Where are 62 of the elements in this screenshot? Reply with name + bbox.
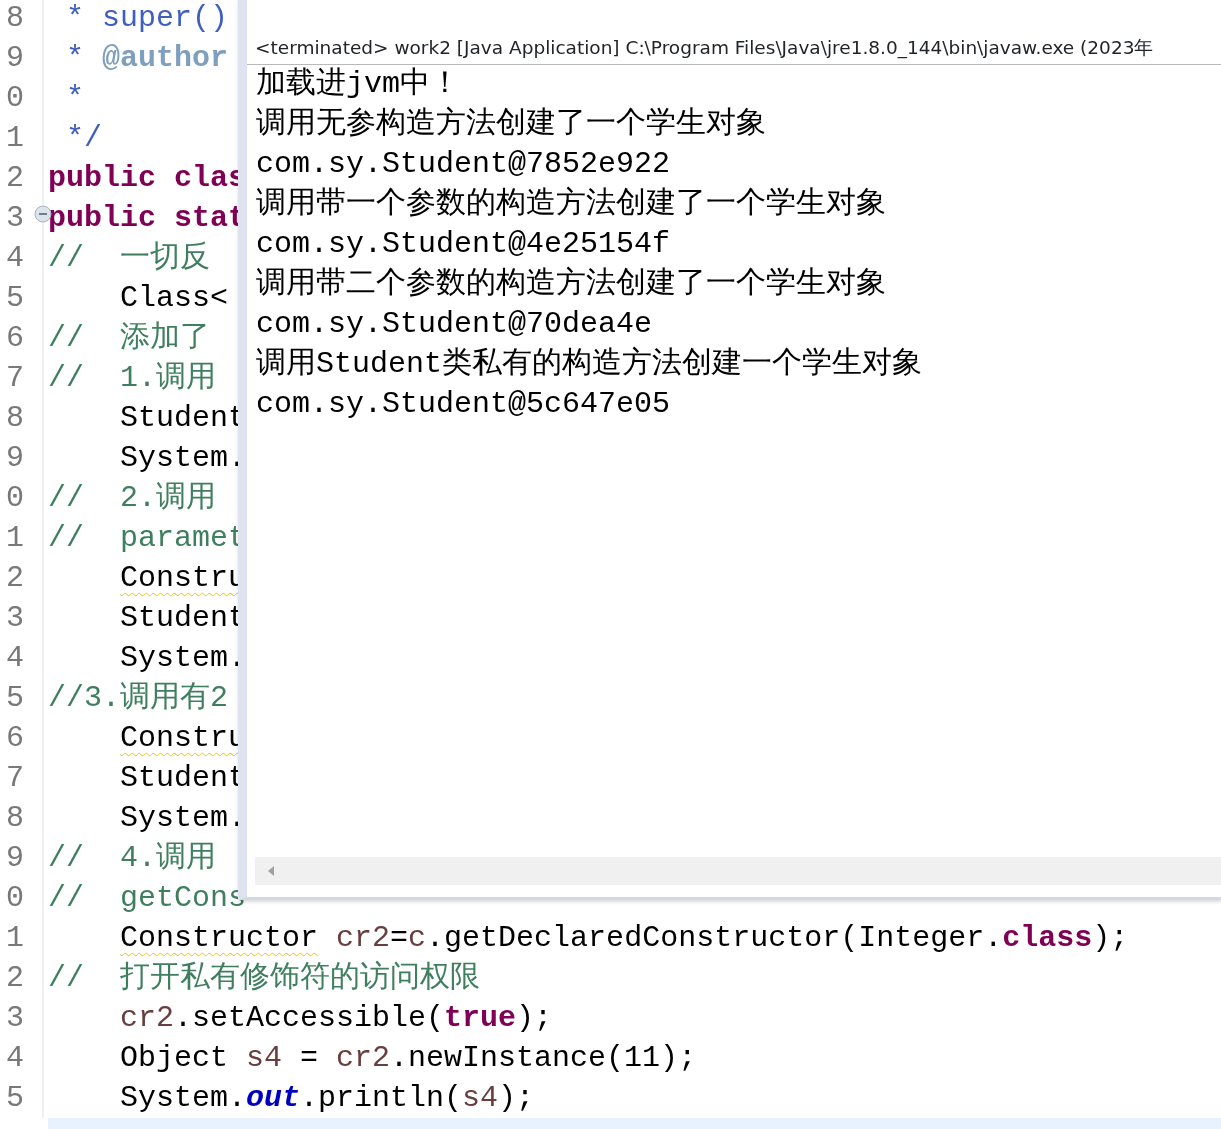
line-number: 5 — [6, 683, 24, 713]
code-line: // 添加了 — [47, 323, 210, 353]
line-number: 1 — [6, 123, 24, 153]
code-line: cr2.setAccessible(true); — [119, 1003, 553, 1033]
code-line: * @author — [65, 43, 229, 73]
code-line: Object s4 = cr2.newInstance(11); — [119, 1043, 697, 1073]
console-output-line: 调用带二个参数的构造方法创建了一个学生对象 — [256, 265, 887, 304]
line-number: 3 — [6, 203, 24, 233]
line-number: 1 — [6, 523, 24, 553]
code-line: Student — [119, 603, 247, 633]
line-number: 3 — [6, 1003, 24, 1033]
line-number: 5 — [6, 283, 24, 313]
code-line: System. — [119, 643, 247, 673]
console-output-line: com.sy.Student@7852e922 — [256, 146, 672, 184]
line-number: 3 — [6, 603, 24, 633]
code-line: // 4.调用 — [47, 843, 217, 873]
line-number: 2 — [6, 563, 24, 593]
console-output-line: 调用Student类私有的构造方法创建一个学生对象 — [256, 345, 924, 384]
line-number: 7 — [6, 763, 24, 793]
code-line: //3.调用有2 — [47, 683, 228, 713]
console-output-line: com.sy.Student@70dea4e — [256, 306, 654, 344]
line-number: 9 — [6, 843, 24, 873]
console-output-line: com.sy.Student@5c647e05 — [256, 386, 672, 424]
line-number: 2 — [6, 163, 24, 193]
code-line: // 2.调用 — [47, 483, 217, 513]
line-number: 0 — [6, 483, 24, 513]
line-number: 0 — [6, 83, 24, 113]
code-line: // 1.调用 — [47, 363, 217, 393]
line-number: 4 — [6, 643, 24, 673]
line-number: 4 — [6, 1043, 24, 1073]
code-line: // getCons — [47, 883, 247, 913]
code-line: */ — [65, 123, 102, 153]
line-number: 5 — [6, 1083, 24, 1113]
line-number: 8 — [6, 403, 24, 433]
line-number: 7 — [6, 363, 24, 393]
line-number: 1 — [6, 923, 24, 953]
code-line: System. — [119, 803, 247, 833]
line-number: 8 — [6, 803, 24, 833]
line-number: 9 — [6, 43, 24, 73]
console-output-line: com.sy.Student@4e25154f — [256, 226, 672, 264]
code-line: // paramet — [47, 523, 247, 553]
code-line: // 一切反 — [47, 243, 210, 273]
console-header: <terminated> work2 [Java Application] C:\Program Files\Java\jre1.8.0_144\bin\javaw.exe (2023年 — [247, 34, 1221, 65]
line-number: 6 — [6, 323, 24, 353]
line-number: 4 — [6, 243, 24, 273]
console-output-line: 调用无参构造方法创建了一个学生对象 — [256, 105, 767, 144]
line-number: 0 — [6, 883, 24, 913]
code-line: * — [65, 83, 84, 113]
console-output-line: 加载进jvm中！ — [256, 66, 461, 104]
code-line: System.out.println(s4); — [119, 1083, 535, 1113]
code-line: Student — [119, 763, 247, 793]
collapse-icon[interactable] — [34, 205, 52, 223]
code-line: * super() — [65, 3, 229, 33]
code-line: Constructor cr2=c.getDeclaredConstructor(Integer.class); — [119, 923, 1129, 953]
code-line: Class< — [119, 283, 229, 313]
line-number: 2 — [6, 963, 24, 993]
console-output-line: 调用带一个参数的构造方法创建了一个学生对象 — [256, 185, 887, 224]
line-number: 9 — [6, 443, 24, 473]
line-number: 8 — [6, 3, 24, 33]
line-number: 6 — [6, 723, 24, 753]
code-line: Student — [119, 403, 247, 433]
code-line: System. — [119, 443, 247, 473]
